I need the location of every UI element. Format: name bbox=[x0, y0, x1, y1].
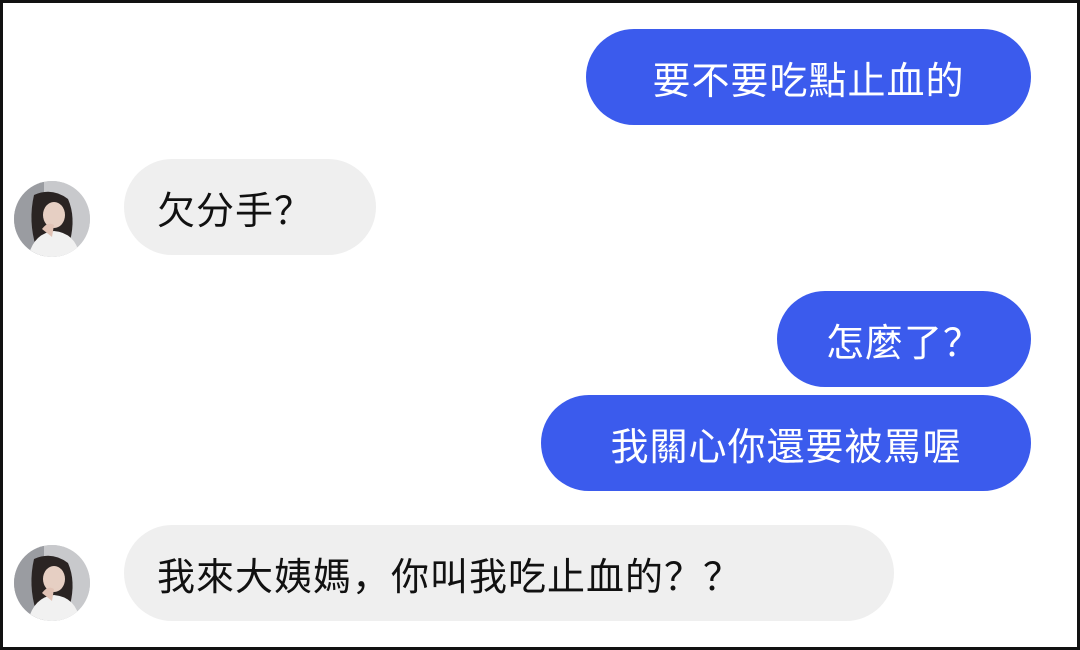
message-text: 欠分手？ bbox=[157, 188, 314, 233]
message-sent-2: 怎麼了？ bbox=[777, 291, 1031, 387]
message-sent-1: 要不要吃點止血的 bbox=[586, 29, 1031, 125]
message-text: 我來大姨媽，你叫我吃止血的？？ bbox=[157, 554, 743, 599]
message-sent-3: 我關心你還要被罵喔 bbox=[541, 395, 1031, 491]
message-received-1: 欠分手？ bbox=[124, 159, 376, 255]
message-text: 要不要吃點止血的 bbox=[652, 58, 965, 103]
contact-avatar-icon[interactable] bbox=[14, 545, 90, 621]
message-received-2: 我來大姨媽，你叫我吃止血的？？ bbox=[124, 525, 894, 621]
contact-avatar-icon[interactable] bbox=[14, 181, 90, 257]
message-text: 怎麼了？ bbox=[825, 320, 982, 365]
message-text: 我關心你還要被罵喔 bbox=[610, 424, 962, 469]
chat-window: 要不要吃點止血的 欠分手？ 怎麼了？ 我關心你還要被罵喔 我來大姨媽，你叫我吃止 bbox=[0, 0, 1080, 650]
